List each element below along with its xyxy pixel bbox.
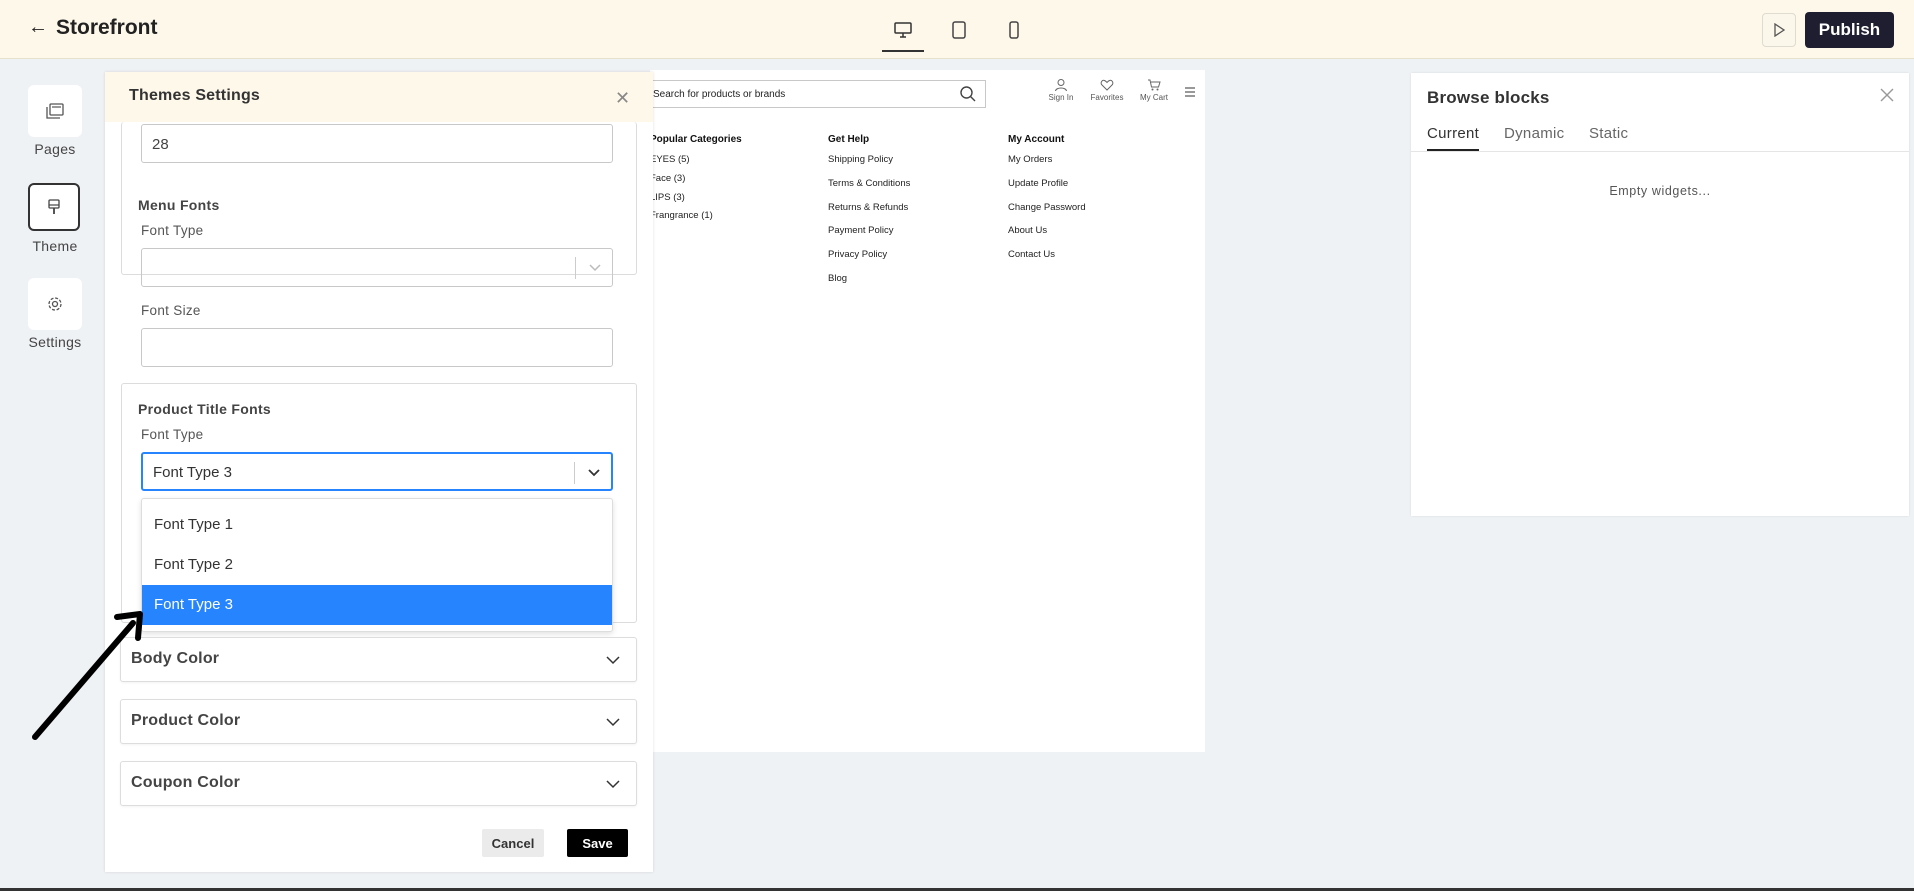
annotation-arrow [32,611,143,740]
